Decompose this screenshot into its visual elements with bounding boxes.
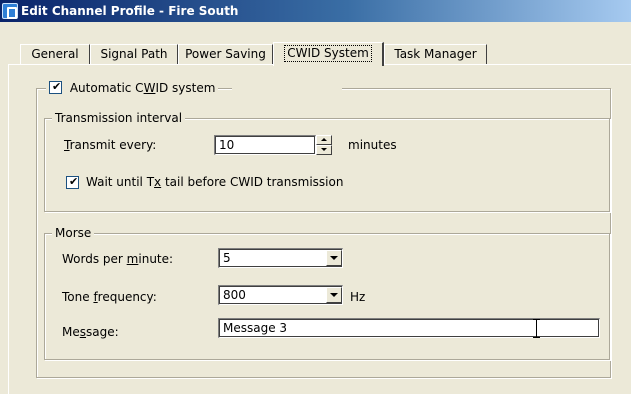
tone-frequency-label: Tone frequency: — [62, 290, 157, 304]
app-icon — [2, 3, 18, 19]
tone-frequency-select[interactable]: 800 — [218, 285, 343, 305]
hz-label: Hz — [350, 290, 366, 304]
spin-down-icon[interactable] — [316, 145, 332, 155]
wait-tx-tail-checkbox[interactable]: ✔ — [66, 175, 79, 189]
tab-signal-path[interactable]: Signal Path — [90, 44, 178, 65]
tab-power-saving[interactable]: Power Saving — [178, 44, 273, 65]
wpm-select[interactable]: 5 — [218, 248, 343, 268]
legend-gap — [232, 88, 342, 90]
tone-value: 800 — [223, 288, 246, 302]
text-cursor-icon — [532, 319, 541, 338]
auto-cwid-checkbox[interactable]: ✔ — [49, 80, 62, 94]
transmit-interval-input[interactable]: 10 — [214, 135, 316, 155]
message-label: Message: — [62, 325, 119, 339]
interval-spinner[interactable] — [316, 135, 332, 155]
title-bar: Edit Channel Profile - Fire South — [0, 0, 631, 22]
tab-general[interactable]: General — [20, 44, 90, 65]
wpm-label: Words per minute: — [62, 252, 174, 266]
tab-task-manager[interactable]: Task Manager — [384, 44, 487, 65]
chevron-down-icon[interactable] — [326, 250, 342, 266]
check-icon: ✔ — [69, 175, 79, 188]
minutes-label: minutes — [348, 138, 397, 152]
auto-cwid-row: ✔ Automatic CWID system — [46, 80, 219, 95]
auto-cwid-label[interactable]: Automatic CWID system — [70, 81, 216, 95]
window-title: Edit Channel Profile - Fire South — [21, 4, 239, 18]
chevron-down-icon[interactable] — [326, 287, 342, 303]
check-icon: ✔ — [52, 80, 62, 93]
message-input[interactable]: Message 3 — [218, 318, 600, 338]
wpm-value: 5 — [223, 251, 231, 265]
tab-cwid-system-label: CWID System — [284, 45, 372, 62]
wait-tx-tail-label[interactable]: Wait until Tx tail before CWID transmiss… — [86, 175, 343, 189]
morse-legend: Morse — [52, 226, 95, 240]
tab-cwid-system[interactable]: CWID System — [273, 42, 384, 66]
transmission-legend: Transmission interval — [52, 111, 186, 125]
transmission-group — [44, 118, 610, 212]
transmit-every-label: Transmit every: — [64, 138, 157, 152]
spin-up-icon[interactable] — [316, 135, 332, 145]
